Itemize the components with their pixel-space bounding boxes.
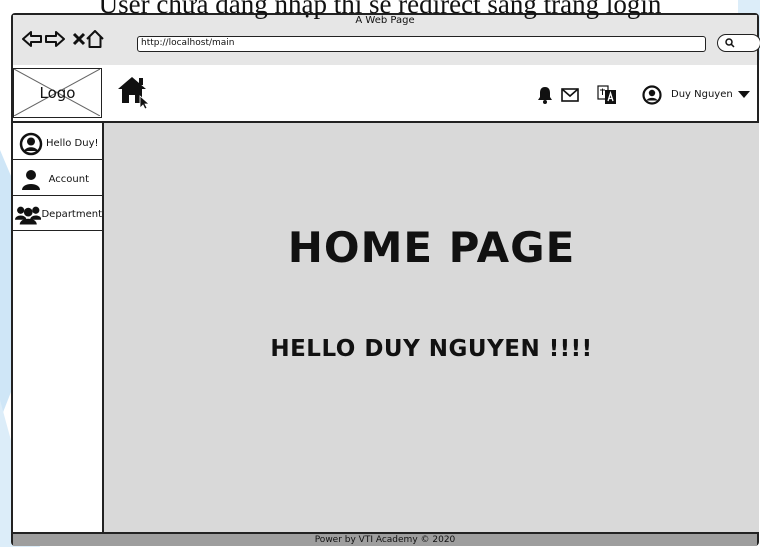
main-content: HOME PAGE HELLO DUY NGUYEN !!!! [104, 123, 759, 532]
user-menu-button[interactable] [642, 84, 662, 106]
address-bar[interactable]: http://localhost/main [137, 36, 706, 52]
sidebar: Hello Duy! Account Department [13, 123, 104, 532]
browser-window: A Web Page http://localhost/main Logo Du… [11, 13, 760, 546]
translate-icon [597, 85, 616, 104]
browser-search-field[interactable] [717, 34, 760, 52]
person-icon [22, 169, 40, 190]
home-icon [118, 77, 151, 109]
home-nav-button[interactable] [84, 28, 106, 50]
document-caption: User chưa đăng nhập thì sẽ redirect sang… [98, 0, 662, 19]
home-button[interactable] [116, 76, 152, 109]
bell-icon [538, 87, 552, 104]
caret-down-icon [738, 91, 750, 98]
user-name[interactable]: Duy Nguyen [671, 86, 733, 104]
back-button[interactable] [21, 28, 43, 50]
user-circle-icon [19, 132, 43, 155]
group-icon [15, 206, 42, 224]
sidebar-item-account[interactable]: Account [13, 164, 102, 196]
notifications-button[interactable] [537, 84, 553, 106]
forward-button[interactable] [44, 28, 66, 50]
user-dropdown-toggle[interactable] [738, 84, 750, 106]
language-button[interactable] [597, 84, 617, 106]
messages-button[interactable] [561, 84, 579, 106]
browser-toolbar: A Web Page http://localhost/main [13, 15, 760, 67]
mail-icon [561, 88, 579, 102]
sidebar-item-label: Department [41, 209, 102, 220]
logo-placeholder[interactable]: Logo [13, 68, 102, 118]
back-arrow-icon [22, 31, 42, 47]
footer: Power by VTI Academy © 2020 [13, 532, 757, 546]
search-icon [725, 38, 735, 48]
user-icon [642, 85, 662, 105]
home-outline-icon [86, 30, 104, 48]
logo-label: Logo [39, 84, 76, 102]
sidebar-item-label: Hello Duy! [46, 138, 99, 149]
page-title: HOME PAGE [287, 223, 576, 272]
sidebar-item-label: Account [48, 174, 89, 185]
greeting-text: HELLO DUY NGUYEN !!!! [270, 336, 593, 362]
app-header: Logo Duy Nguyen [13, 65, 757, 123]
forward-arrow-icon [45, 31, 65, 47]
sidebar-item-greeting[interactable]: Hello Duy! [13, 128, 102, 160]
sidebar-item-department[interactable]: Department [13, 199, 102, 231]
